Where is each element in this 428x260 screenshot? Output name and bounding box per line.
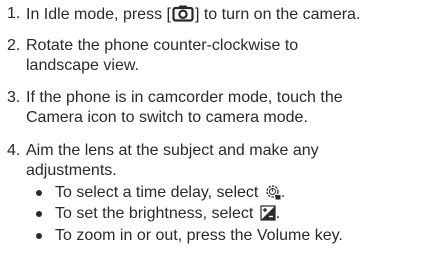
bullet-dot bbox=[36, 233, 42, 239]
bullet-suffix: . bbox=[275, 205, 281, 222]
bullet-suffix: . bbox=[280, 184, 286, 201]
step-number: 3. bbox=[7, 89, 21, 106]
bullet-label: To select a time delay, select bbox=[55, 184, 259, 201]
bullet-text: To set the brightness, select . bbox=[55, 204, 280, 224]
step-text-line: Rotate the phone counter-clockwise to bbox=[26, 37, 299, 54]
step-text: If the phone is in camcorder mode, touch… bbox=[26, 88, 420, 128]
camera-key-icon bbox=[172, 4, 194, 22]
bullet-label: To set the brightness, select bbox=[55, 205, 254, 222]
step-text-line: Aim the lens at the subject and make any bbox=[26, 142, 319, 159]
step-text-line: landscape view. bbox=[26, 57, 139, 74]
timer-icon bbox=[265, 184, 281, 200]
step-number: 4. bbox=[7, 142, 21, 159]
step-text-line: If the phone is in camcorder mode, touch… bbox=[26, 89, 343, 106]
step-text-line: adjustments. bbox=[26, 162, 117, 179]
bullet-text: To select a time delay, select . bbox=[55, 183, 285, 203]
bullet-label: To zoom in or out, press the Volume key. bbox=[55, 227, 343, 244]
step-number: 1. bbox=[7, 5, 21, 22]
step-number: 2. bbox=[7, 37, 21, 54]
step-text-part: ] to turn on the camera. bbox=[194, 6, 361, 23]
brightness-icon bbox=[260, 205, 276, 221]
bullet-dot bbox=[36, 190, 42, 196]
bullet-text: To zoom in or out, press the Volume key. bbox=[55, 226, 343, 246]
step-text-line: Camera icon to switch to camera mode. bbox=[26, 109, 308, 126]
step-text-part: In Idle mode, press [ bbox=[26, 6, 171, 23]
instruction-page: 1. In Idle mode, press [ ] to turn on th… bbox=[0, 0, 428, 260]
step-text: Rotate the phone counter-clockwise to la… bbox=[26, 36, 420, 76]
step-text: Aim the lens at the subject and make any… bbox=[26, 141, 420, 181]
step-text: In Idle mode, press [ ] to turn on the c… bbox=[26, 4, 420, 25]
bullet-dot bbox=[36, 211, 42, 217]
